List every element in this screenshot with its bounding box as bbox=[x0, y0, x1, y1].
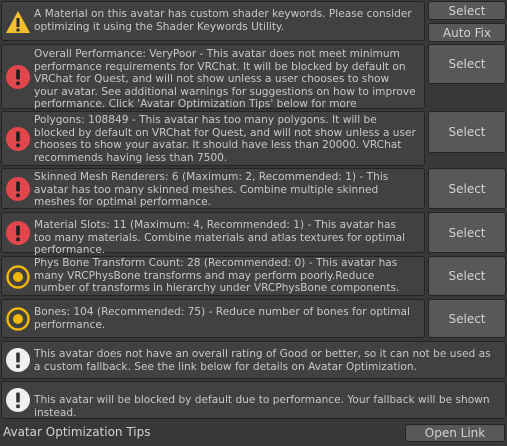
blocked-default-info-text: This avatar will be blocked by default d… bbox=[34, 394, 490, 419]
error-icon bbox=[6, 127, 30, 151]
skinned-mesh-error-box: Skinned Mesh Renderers: 6 (Maximum: 2, R… bbox=[1, 168, 425, 209]
select-button-phys-bone[interactable]: Select bbox=[428, 256, 506, 296]
shader-keywords-warning-text: A Material on this avatar has custom sha… bbox=[34, 8, 412, 33]
select-button-skinned-mesh[interactable]: Select bbox=[428, 168, 506, 209]
warning-triangle-icon bbox=[6, 11, 30, 33]
polygons-error-box: Polygons: 108849 - This avatar has too m… bbox=[1, 111, 425, 166]
avatar-validation-panel: A Material on this avatar has custom sha… bbox=[0, 0, 507, 446]
phys-bone-info-box: Phys Bone Transform Count: 28 (Recommend… bbox=[1, 256, 425, 296]
fallback-rating-info-box: This avatar does not have an overall rat… bbox=[1, 341, 506, 379]
material-slots-error-text: Material Slots: 11 (Maximum: 4, Recommen… bbox=[34, 219, 406, 257]
fallback-rating-info-text: This avatar does not have an overall rat… bbox=[34, 348, 491, 373]
info-icon bbox=[6, 388, 30, 412]
bones-info-text: Bones: 104 (Recommended: 75) - Reduce nu… bbox=[34, 306, 410, 331]
circle-info-icon bbox=[6, 307, 30, 331]
auto-fix-button[interactable]: Auto Fix bbox=[428, 23, 506, 42]
select-button-polygons[interactable]: Select bbox=[428, 111, 506, 153]
phys-bone-info-text: Phys Bone Transform Count: 28 (Recommend… bbox=[34, 257, 400, 295]
bones-info-box: Bones: 104 (Recommended: 75) - Reduce nu… bbox=[1, 299, 425, 338]
select-button-overall-performance[interactable]: Select bbox=[428, 44, 506, 84]
select-button-shader-keywords[interactable]: Select bbox=[428, 1, 506, 20]
shader-keywords-warning-box: A Material on this avatar has custom sha… bbox=[1, 1, 425, 41]
open-link-button[interactable]: Open Link bbox=[405, 424, 505, 442]
overall-performance-error-box: Overall Performance: VeryPoor - This ava… bbox=[1, 44, 425, 123]
avatar-optimization-tips-label: Avatar Optimization Tips bbox=[3, 425, 151, 439]
select-button-material-slots[interactable]: Select bbox=[428, 212, 506, 253]
error-icon bbox=[6, 221, 30, 245]
circle-info-icon bbox=[6, 265, 30, 289]
blocked-default-info-box: This avatar will be blocked by default d… bbox=[1, 381, 506, 419]
select-button-bones[interactable]: Select bbox=[428, 299, 506, 338]
skinned-mesh-error-text: Skinned Mesh Renderers: 6 (Maximum: 2, R… bbox=[34, 171, 389, 209]
material-slots-error-box: Material Slots: 11 (Maximum: 4, Recommen… bbox=[1, 212, 425, 256]
error-icon bbox=[6, 177, 30, 201]
polygons-error-text: Polygons: 108849 - This avatar has too m… bbox=[34, 114, 416, 164]
error-icon bbox=[6, 65, 30, 89]
info-icon bbox=[6, 348, 30, 372]
